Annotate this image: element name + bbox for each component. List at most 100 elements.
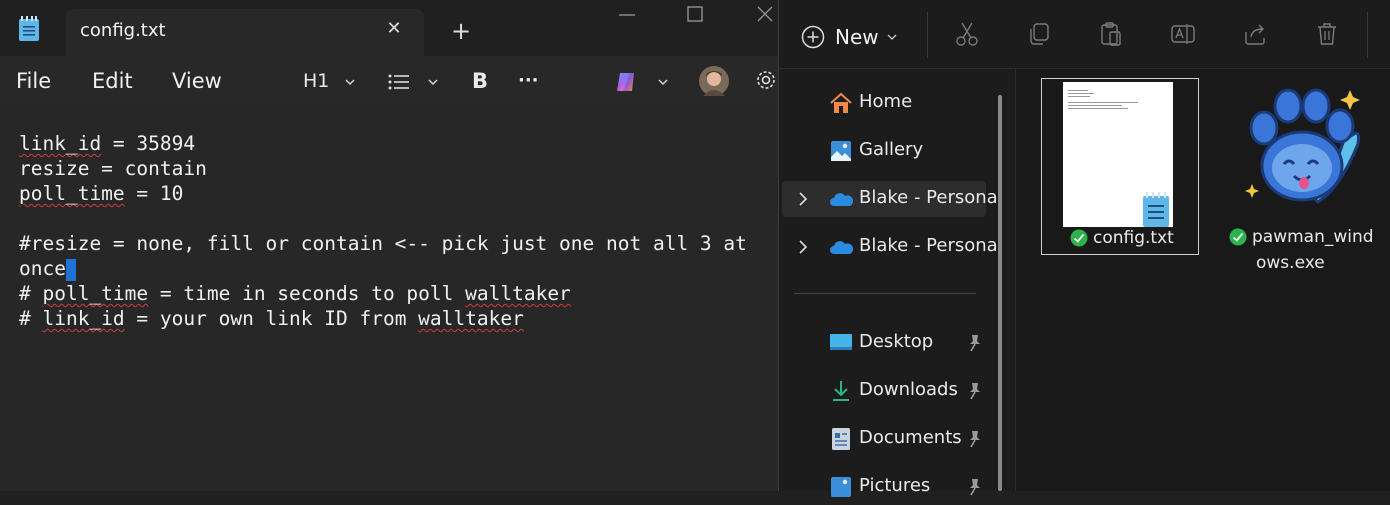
nav-item-gallery[interactable]: Gallery [782,133,986,169]
editor-line[interactable]: resize = contain [19,156,207,181]
text-span: # [19,282,43,305]
cut-icon[interactable] [953,20,981,48]
nav-label: Documents [859,427,962,448]
misspelled-word: poll_time [19,182,125,205]
editor-line[interactable]: once [19,256,76,281]
new-label: New [835,25,879,49]
rename-icon[interactable] [1169,20,1197,48]
plus-circle-icon [801,25,825,49]
text-span: = 35894 [101,132,196,155]
misspelled-word: walltaker [418,307,524,330]
pin-icon[interactable] [966,333,984,353]
tab-close-icon[interactable]: ✕ [382,17,406,41]
file-item-config-txt[interactable]: config.txt [1041,78,1199,255]
editor-line[interactable]: link_id = 35894 [19,131,195,156]
bulleted-list-icon [388,74,409,89]
nav-label: Gallery [859,139,924,160]
misspelled-word: link_id [19,132,102,155]
tab-title: config.txt [80,20,166,41]
chevron-right-icon[interactable] [796,191,810,207]
notepad-window: config.txt ✕ + File Edit View H1 B ··· l… [0,0,778,491]
sync-status-icon [1229,228,1247,246]
home-icon [830,92,852,113]
notepad-menubar: File Edit View H1 B ··· [0,56,778,106]
heading-dropdown[interactable]: H1 [303,68,355,94]
heading-label: H1 [303,70,330,92]
onedrive-icon [830,193,853,206]
documents-icon [832,428,850,450]
close-window-icon[interactable] [752,4,778,26]
nav-item-downloads[interactable]: Downloads [782,373,986,409]
editor-line[interactable]: poll_time = 10 [19,181,183,206]
explorer-command-bar: New [779,0,1390,69]
paste-icon[interactable] [1097,20,1125,48]
share-icon[interactable] [1241,20,1269,48]
gallery-icon [831,141,851,161]
nav-separator [794,293,976,294]
pin-icon[interactable] [966,381,984,401]
nav-item-documents[interactable]: Documents [782,421,986,457]
new-tab-icon[interactable]: + [448,19,474,45]
navigation-pane: Home Gallery Blake - Personal Blake - Pe… [779,69,1013,497]
chevron-right-icon[interactable] [796,239,810,255]
avatar[interactable] [699,66,729,96]
nav-label: Blake - Personal [859,187,1003,208]
nav-scrollbar[interactable] [998,95,1002,491]
nav-item-desktop[interactable]: Desktop [782,325,986,361]
chevron-down-icon [428,79,438,85]
delete-icon[interactable] [1313,20,1341,48]
file-name: config.txt [1093,228,1174,248]
paw-app-icon [1245,88,1360,204]
file-name-line-1: pawman_wind [1252,227,1374,247]
settings-gear-icon[interactable] [754,68,778,92]
text-span: #resize = none, fill or contain <-- pick… [19,232,747,255]
editor-line[interactable]: #resize = none, fill or contain <-- pick… [19,231,747,256]
notepad-file-icon [1143,192,1169,227]
onedrive-icon [830,241,853,254]
new-button[interactable]: New [801,22,897,52]
minimize-icon[interactable] [614,4,640,26]
misspelled-word: poll_time [42,282,149,305]
menu-edit[interactable]: Edit [92,69,133,93]
nav-item-onedrive-personal[interactable]: Blake - Personal [782,181,1003,217]
nav-label: Home [859,91,913,112]
nav-item-home[interactable]: Home [782,85,986,121]
editor-line[interactable]: # link_id = your own link ID from wallta… [19,306,524,331]
pin-icon[interactable] [966,477,984,497]
more-options-button[interactable]: ··· [518,68,539,94]
list-dropdown[interactable] [388,68,438,94]
text-span: = your own link ID from [124,307,419,330]
text-editor[interactable]: link_id = 35894 resize = contain poll_time… [0,106,778,491]
sync-status-icon [1070,229,1088,247]
nav-label: Desktop [859,331,934,352]
text-span: once [19,257,66,280]
tab-config-txt[interactable]: config.txt ✕ [66,9,424,56]
pin-icon[interactable] [966,429,984,449]
text-cursor [65,258,76,281]
chevron-down-icon [658,79,668,85]
chevron-down-icon [887,34,897,40]
menu-view[interactable]: View [172,69,222,93]
nav-label: Blake - Personal [859,235,1003,256]
copilot-dropdown[interactable] [614,68,668,94]
editor-line[interactable]: # poll_time = time in seconds to poll wa… [19,281,571,306]
menu-file[interactable]: File [16,69,51,93]
file-item-pawman-windows-exe[interactable]: pawman_wind ows.exe [1229,78,1379,278]
text-span: = 10 [124,182,184,205]
text-span: = time in seconds to poll [148,282,466,305]
copilot-icon [617,72,634,91]
text-span: resize = contain [19,157,207,180]
maximize-icon[interactable] [682,4,708,26]
text-span: # [19,307,43,330]
pictures-icon [831,477,851,497]
file-list-pane: config.txt pawman_wind ows.exe [1015,69,1390,491]
nav-item-pictures[interactable]: Pictures [782,469,986,505]
nav-item-onedrive-personal-2[interactable]: Blake - Personal [782,229,1003,265]
nav-label: Downloads [859,379,958,400]
toolbar-separator [1367,12,1368,58]
notepad-app-icon [19,16,39,41]
copy-icon[interactable] [1025,20,1053,48]
misspelled-word: link_id [42,307,125,330]
bold-button[interactable]: B [472,68,488,94]
file-explorer-window: New Home Gallery Blake - Personal Blake … [779,0,1390,497]
